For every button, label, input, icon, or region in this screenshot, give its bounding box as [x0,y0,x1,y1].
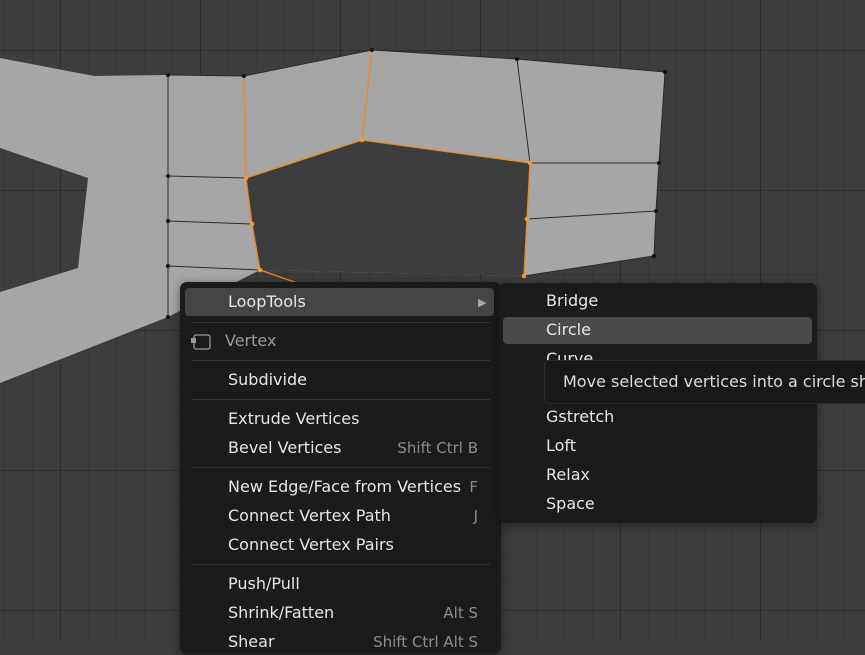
submenu-item-circle[interactable]: Circle [546,317,796,343]
menu-separator [191,564,490,565]
submenu-item-loft[interactable]: Loft [546,433,796,459]
menu-header-vertex: Vertex [225,328,425,354]
menu-separator [191,467,490,468]
menu-item-label: Extrude Vertices [228,409,360,428]
vertex-context-menu: LoopTools ▶ Vertex Subdivide Extrude Ver… [180,282,501,654]
submenu-item-label: Bridge [546,291,599,310]
menu-item-shortcut: Shift Ctrl Alt S [373,633,478,651]
menu-item-label: Connect Vertex Pairs [228,535,394,554]
submenu-item-label: Space [546,494,595,513]
menu-separator [191,399,490,400]
menu-item-connect-vertex-path[interactable]: Connect Vertex Path J [228,503,478,529]
submenu-arrow-icon: ▶ [478,296,487,309]
submenu-item-label: Circle [546,320,591,339]
menu-item-looptools[interactable]: LoopTools [228,289,488,315]
menu-item-label: Shrink/Fatten [228,603,335,622]
menu-item-label: New Edge/Face from Vertices [228,477,462,496]
menu-item-new-edge-face[interactable]: New Edge/Face from Vertices F [228,474,478,500]
menu-item-shortcut: J [473,507,478,525]
menu-separator [191,322,490,323]
menu-item-label: Subdivide [228,370,307,389]
menu-item-shortcut: F [469,478,478,496]
menu-header-label: Vertex [225,331,277,350]
menu-item-label: Connect Vertex Path [228,506,391,525]
menu-item-label: Shear [228,632,275,651]
submenu-item-relax[interactable]: Relax [546,462,796,488]
menu-item-extrude-vertices[interactable]: Extrude Vertices [228,406,478,432]
menu-item-subdivide[interactable]: Subdivide [228,367,478,393]
tooltip-text: Move selected vertices into a circle sha… [563,372,865,391]
menu-item-shrink-fatten[interactable]: Shrink/Fatten Alt S [228,600,478,626]
menu-item-connect-vertex-pairs[interactable]: Connect Vertex Pairs [228,532,478,558]
submenu-item-label: Loft [546,436,577,455]
submenu-item-label: Gstretch [546,407,615,426]
submenu-item-space[interactable]: Space [546,491,796,517]
menu-item-bevel-vertices[interactable]: Bevel Vertices Shift Ctrl B [228,435,478,461]
submenu-item-label: Relax [546,465,590,484]
tooltip: Move selected vertices into a circle sha… [544,360,865,404]
submenu-item-bridge[interactable]: Bridge [546,288,796,314]
vertex-select-icon [191,334,211,350]
menu-item-label: LoopTools [228,292,306,311]
menu-item-shortcut: Shift Ctrl B [397,439,478,457]
menu-item-label: Push/Pull [228,574,300,593]
menu-item-push-pull[interactable]: Push/Pull [228,571,478,597]
menu-item-label: Bevel Vertices [228,438,342,457]
menu-item-shear[interactable]: Shear Shift Ctrl Alt S [228,629,478,655]
submenu-item-gstretch[interactable]: Gstretch [546,404,796,430]
menu-item-shortcut: Alt S [443,604,478,622]
menu-separator [191,360,490,361]
